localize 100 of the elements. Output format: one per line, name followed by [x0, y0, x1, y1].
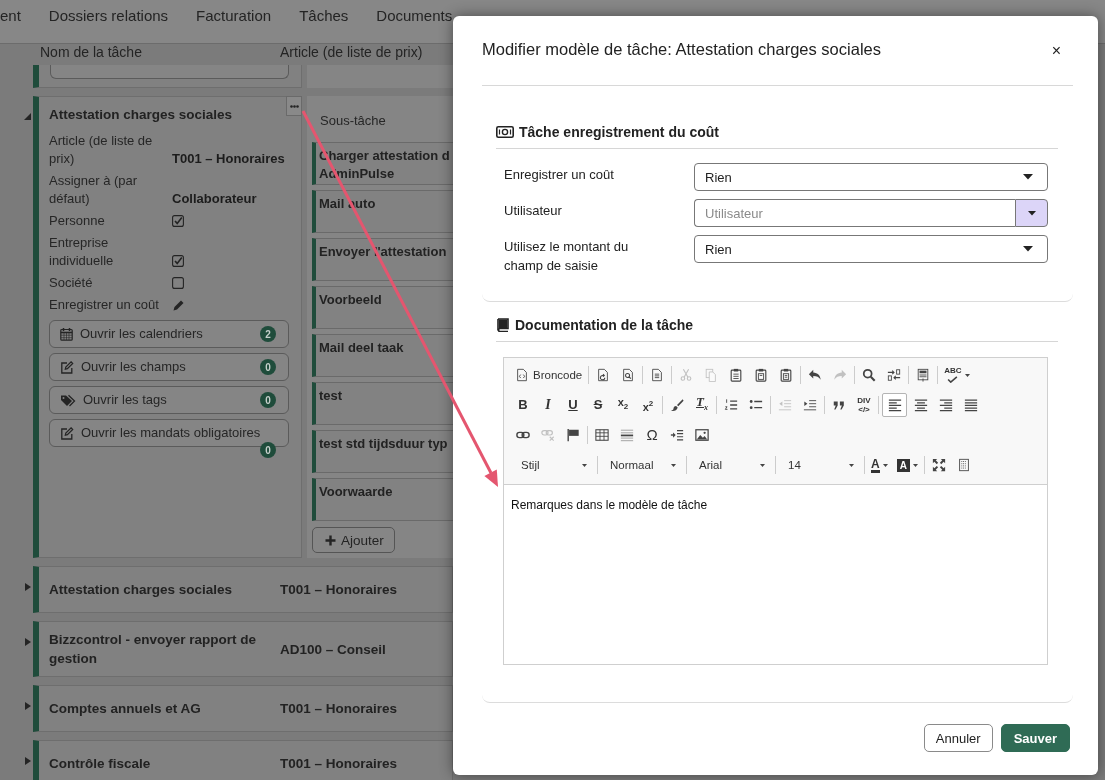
tags-icon — [60, 393, 76, 407]
close-button[interactable]: × — [1049, 42, 1063, 60]
redo-icon — [833, 368, 848, 382]
nav-link[interactable]: Facturation — [196, 6, 272, 26]
indent-icon — [803, 398, 817, 412]
task-card[interactable]: Attestation charges sociales T001 – Honoraires — [33, 566, 453, 613]
column-header: Sous-tâche — [319, 112, 387, 130]
outdent-icon — [778, 398, 792, 412]
flag-icon — [566, 428, 580, 442]
bullet-list-icon — [749, 398, 763, 412]
ellipsis-icon — [289, 104, 299, 108]
page-lines-icon — [650, 368, 665, 382]
pencil-icon[interactable] — [172, 298, 185, 312]
subtask-card[interactable]: test std tijdsduur typ — [312, 430, 453, 473]
banknote-icon — [496, 126, 514, 138]
task-name: Attestation charges sociales — [49, 106, 234, 124]
action-button[interactable]: Ouvrir les champs 0 — [49, 353, 289, 381]
text-color-button[interactable]: A — [868, 454, 891, 476]
dropdown-button[interactable] — [1015, 199, 1048, 227]
nav-link[interactable]: Documents — [376, 6, 453, 26]
check-icon — [947, 376, 959, 383]
subtask-card[interactable]: Mail deel taak — [312, 334, 453, 377]
unlink-icon — [541, 428, 555, 442]
caret-icon — [760, 463, 765, 467]
dropdown[interactable]: Normaal — [601, 454, 683, 476]
task-card[interactable]: Contrôle fiscale T001 – Honoraires — [33, 740, 453, 780]
column-header: Nom de la tâche — [40, 44, 143, 60]
source-button[interactable]: Broncode — [512, 364, 586, 386]
triangle-right-icon[interactable] — [25, 638, 31, 646]
nav-link[interactable]: Tâches — [299, 6, 349, 26]
field-label: Assigner à (par défaut) — [49, 172, 139, 208]
field-value: T001 – Honoraires — [172, 150, 286, 168]
caret-icon — [671, 463, 676, 467]
section-title: Documentation de la tâche — [515, 316, 694, 335]
code-file-icon — [515, 368, 529, 382]
nav-link[interactable]: Dossiers relations — [48, 6, 169, 26]
caret-icon — [882, 463, 888, 467]
field-label: Utilisez le montant du champ de saisie — [504, 238, 630, 275]
background-color-button[interactable]: A — [893, 454, 921, 476]
text-input[interactable]: Utilisateur — [694, 199, 1015, 227]
copy-icon — [704, 368, 719, 382]
underline-button[interactable]: U — [562, 394, 584, 416]
task-article: T001 – Honoraires — [280, 581, 398, 599]
field-label: Utilisateur — [504, 202, 563, 220]
checkbox[interactable] — [172, 277, 184, 289]
field-label: Article (de liste de prix) — [49, 132, 154, 168]
italic-button[interactable]: I — [537, 394, 559, 416]
action-button[interactable]: Ouvrir les tags 0 — [49, 386, 289, 414]
subtask-card[interactable]: Voorbeeld — [312, 286, 453, 329]
checkbox[interactable] — [172, 215, 184, 227]
field-label: Enregistrer un coût — [504, 166, 615, 184]
triangle-right-icon[interactable] — [25, 583, 31, 591]
swap-arrows-icon — [887, 368, 902, 382]
undo-icon — [808, 368, 823, 382]
div-container-button[interactable]: DIV </> — [853, 394, 875, 416]
column-header: Article (de liste de prix) — [280, 44, 423, 60]
numbered-list-icon — [724, 398, 738, 412]
count-badge: 0 — [260, 359, 276, 375]
dropdown[interactable]: Rien — [694, 235, 1048, 263]
clipboard-icon — [729, 368, 744, 382]
paintbrush-icon — [670, 398, 684, 412]
field-label: Enregistrer un coût — [49, 296, 160, 314]
task-name: Comptes annuels et AG — [49, 700, 202, 718]
edit-icon — [60, 360, 74, 374]
nav-link[interactable]: ent — [0, 6, 21, 26]
task-name: Bizzcontrol - envoyer rapport de gestion — [49, 631, 258, 668]
superscript-button[interactable]: x$^{2}$ — [637, 394, 659, 416]
dropdown[interactable]: Rien — [694, 163, 1048, 191]
caret-icon — [1023, 174, 1033, 180]
page-arrow-icon — [596, 368, 611, 382]
checkbox[interactable] — [172, 255, 184, 267]
triangle-right-icon[interactable] — [25, 702, 31, 710]
remove-format-button[interactable]: T$_{x}$ — [691, 394, 713, 416]
subtask-card[interactable]: test — [312, 382, 453, 425]
subscript-button[interactable]: x$_{2}$ — [612, 394, 634, 416]
bold-button[interactable]: B — [512, 394, 534, 416]
more-button[interactable] — [286, 96, 302, 116]
triangle-right-icon[interactable] — [25, 757, 31, 765]
special-character-button[interactable]: Ω — [641, 424, 663, 446]
expand-icon — [931, 458, 946, 472]
subtask-card[interactable]: Voorwaarde — [312, 478, 453, 521]
save-button[interactable]: Sauver — [1000, 724, 1070, 752]
dropdown[interactable]: Arial — [690, 454, 772, 476]
section-title: Tâche enregistrement du coût — [519, 123, 719, 142]
dropdown[interactable]: Stijl — [512, 454, 594, 476]
task-article: T001 – Honoraires — [280, 700, 398, 718]
task-card[interactable]: Bizzcontrol - envoyer rapport de gestion AD100 – Conseil — [33, 621, 453, 677]
caret-icon — [964, 373, 970, 377]
task-card[interactable]: Comptes annuels et AG T001 – Honoraires — [33, 685, 453, 732]
add-button[interactable]: Ajouter — [312, 527, 395, 553]
spellcheck-button[interactable]: ABC — [941, 364, 973, 386]
action-button[interactable]: Ouvrir les calendriers 2 — [49, 320, 289, 348]
strikethrough-button[interactable]: S — [587, 394, 609, 416]
triangle-down-icon[interactable] — [24, 113, 31, 120]
cancel-button[interactable]: Annuler — [923, 724, 993, 752]
page-blocks-icon — [956, 458, 971, 472]
align-left-button[interactable] — [882, 393, 907, 417]
plus-icon — [325, 534, 336, 546]
task-article: T001 – Honoraires — [280, 755, 398, 773]
dropdown[interactable]: 14 — [779, 454, 861, 476]
